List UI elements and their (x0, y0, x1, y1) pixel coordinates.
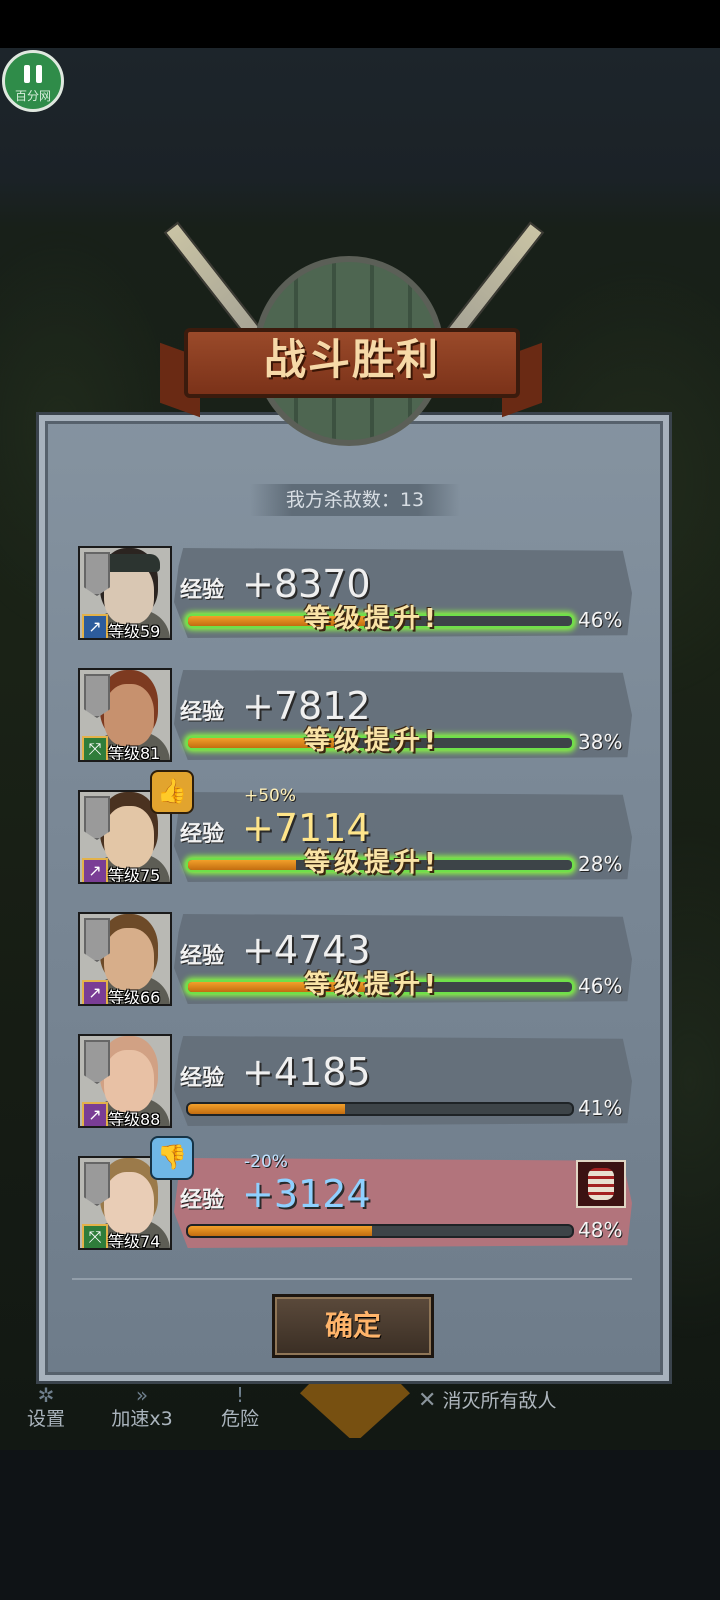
banner-flag-icon (84, 1040, 110, 1084)
xp-modifier: +50% (244, 786, 297, 806)
bottom-toolbar: ✲ 设置 » 加速x3 ! 危险 (0, 1378, 720, 1438)
hero-face (104, 1050, 154, 1112)
staff-icon: ↗ (82, 858, 108, 882)
hero-portrait[interactable]: ↗ 等级59 (78, 546, 172, 640)
xp-progress-fill (188, 860, 296, 870)
bow-icon: ⤧ (82, 1224, 108, 1248)
thumbs-up-icon: 👍 (150, 770, 194, 814)
banner-flag-icon (84, 918, 110, 962)
xp-label: 经验 (180, 944, 225, 969)
danger-button[interactable]: ! 危险 (214, 1383, 266, 1431)
level-up-label: 等级提升! (304, 848, 440, 878)
hero-portrait[interactable]: ⤧ 等级81 (78, 668, 172, 762)
banner-flag-icon (84, 552, 110, 596)
xp-value: +3124 (242, 1172, 371, 1216)
xp-percent: 46% (578, 974, 623, 998)
status-bar (0, 0, 720, 48)
hero-level: 等级81 (108, 744, 161, 762)
bow-icon: ⤧ (82, 736, 108, 760)
hero-result-row: ⤧ 等级74 👎 -20% 经验 +3124 48% (78, 1136, 634, 1252)
banner-flag-icon (84, 1162, 110, 1206)
level-up-label: 等级提升! (304, 970, 440, 1000)
xp-modifier: -20% (244, 1152, 288, 1172)
banner-flag-icon (84, 674, 110, 718)
warning-icon: ! (235, 1383, 245, 1407)
navigation-area (0, 1450, 720, 1600)
hero-level: 等级74 (108, 1232, 161, 1250)
hero-result-row: ⤧ 等级81 经验 +7812 等级提升! 38% (78, 668, 634, 764)
speed-button[interactable]: » 加速x3 (106, 1383, 178, 1431)
xp-progress-bar (186, 1224, 574, 1238)
victory-emblem: 战斗胜利 (150, 200, 550, 480)
confirm-button[interactable]: 确定 (272, 1294, 434, 1358)
fast-forward-icon: » (135, 1383, 149, 1407)
xp-percent: 41% (578, 1096, 623, 1120)
pause-icon (24, 65, 44, 83)
divider (72, 1278, 632, 1280)
settings-label: 设置 (26, 1408, 65, 1430)
xp-percent: 38% (578, 730, 623, 754)
xp-progress-fill (188, 1104, 346, 1114)
danger-label: 危险 (220, 1408, 259, 1430)
staff-icon: ↗ (82, 1102, 108, 1126)
objective-label: ✕ 消灭所有敌人 (418, 1386, 556, 1413)
hero-level: 等级59 (108, 622, 161, 640)
hero-face (104, 1172, 154, 1234)
settings-button[interactable]: ✲ 设置 (18, 1383, 74, 1431)
staff-icon: ↗ (82, 980, 108, 1004)
injury-icon (576, 1160, 626, 1208)
hero-level: 等级88 (108, 1110, 161, 1128)
hero-face (104, 806, 154, 868)
xp-value: +4185 (242, 1050, 371, 1094)
victory-title: 战斗胜利 (263, 335, 440, 384)
gear-icon: ✲ (37, 1383, 55, 1407)
thumbs-down-icon: 👎 (150, 1136, 194, 1180)
xp-label: 经验 (180, 1188, 225, 1213)
xp-progress-fill (188, 1226, 373, 1236)
hero-result-row: ↗ 等级88 经验 +4185 41% (78, 1034, 634, 1130)
hero-face (104, 684, 154, 746)
hero-portrait[interactable]: ↗ 等级66 (78, 912, 172, 1006)
hero-portrait[interactable]: ↗ 等级88 (78, 1034, 172, 1128)
hero-result-row: ↗ 等级66 经验 +4743 等级提升! 46% (78, 912, 634, 1008)
banner-flag-icon (84, 796, 110, 840)
hero-result-row: ↗ 等级75 👍 +50% 经验 +7114 等级提升! 28% (78, 770, 634, 886)
level-up-label: 等级提升! (304, 726, 440, 756)
objective-text: 消灭所有敌人 (442, 1390, 557, 1412)
sword-icon: ↗ (82, 614, 108, 638)
xp-label: 经验 (180, 822, 225, 847)
xp-label: 经验 (180, 700, 225, 725)
crossed-swords-icon: ✕ (418, 1388, 437, 1413)
xp-label: 经验 (180, 1066, 225, 1091)
xp-percent: 46% (578, 608, 623, 632)
xp-percent: 48% (578, 1218, 623, 1242)
watermark-label: 百分网 (14, 89, 51, 103)
hero-level: 等级66 (108, 988, 161, 1006)
hero-result-row: ↗ 等级59 经验 +8370 等级提升! 46% (78, 546, 634, 642)
xp-percent: 28% (578, 852, 623, 876)
xp-progress-bar (186, 1102, 574, 1116)
level-up-label: 等级提升! (304, 604, 440, 634)
pause-button[interactable]: 百分网 (2, 50, 64, 112)
hero-face (104, 928, 154, 990)
xp-label: 经验 (180, 578, 225, 603)
hero-level: 等级75 (108, 866, 161, 884)
kill-count: 我方杀敌数：13 (250, 484, 460, 516)
speed-label: 加速x3 (111, 1408, 173, 1430)
